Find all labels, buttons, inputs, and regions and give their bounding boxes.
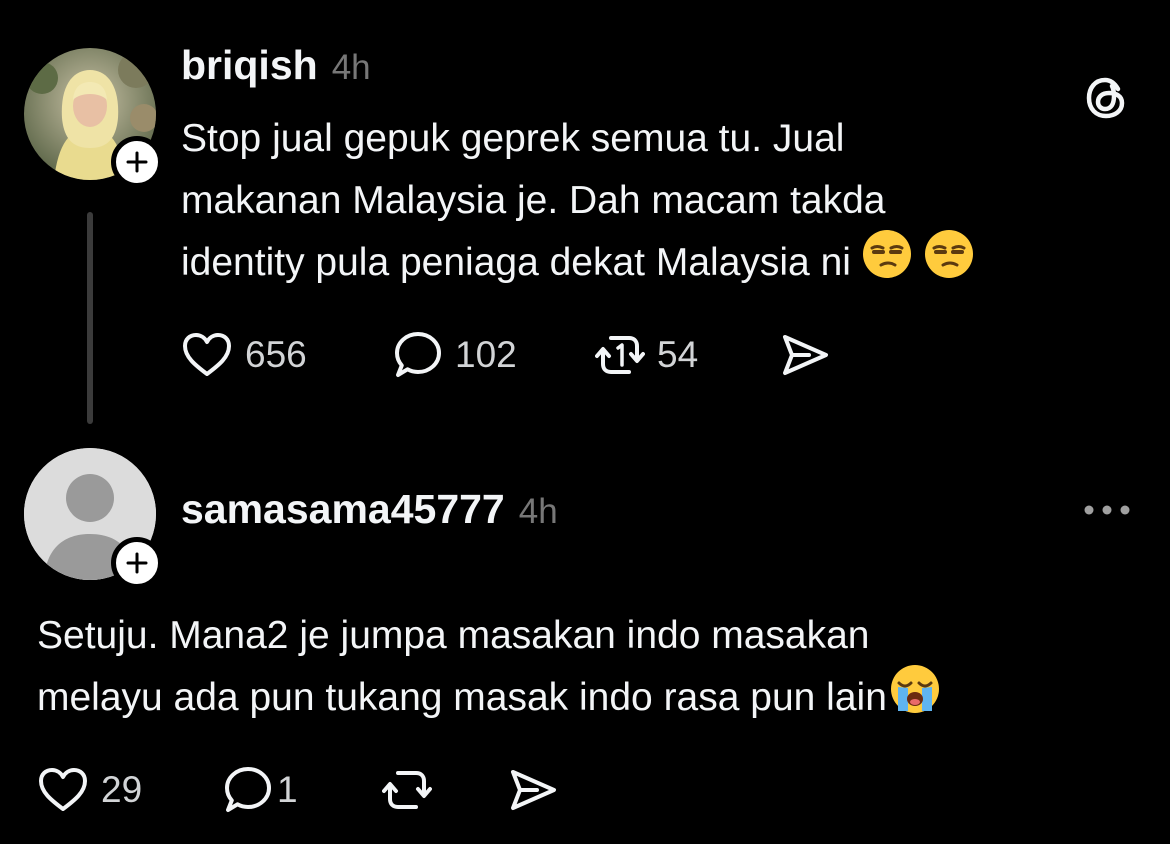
reply-button[interactable]: 102 <box>393 330 517 380</box>
share-icon <box>783 335 828 375</box>
post-text-line: identity pula peniaga dekat Malaysia ni <box>181 241 851 284</box>
threads-logo-icon[interactable] <box>1082 74 1130 127</box>
reply-count: 102 <box>455 334 517 375</box>
reply-text-line-last: melayu ada pun tukang masak indo rasa pu… <box>37 664 941 729</box>
repost-button[interactable] <box>382 765 432 815</box>
reply-text: Setuju. Mana2 je jumpa masakan indo masa… <box>37 605 941 729</box>
repost-icon <box>382 771 432 809</box>
thread-connector-line <box>87 212 93 424</box>
post-text: Stop jual gepuk geprek semua tu. Jual ma… <box>181 108 975 294</box>
share-button[interactable] <box>779 330 831 380</box>
timestamp: 4h <box>518 492 558 531</box>
more-options-icon[interactable] <box>1082 500 1132 525</box>
username[interactable]: samasama45777 <box>181 486 505 533</box>
post-action-bar: 656 102 54 <box>181 330 881 380</box>
post-text-line: makanan Malaysia je. Dah macam takda <box>181 179 886 222</box>
post-text-line-last: identity pula peniaga dekat Malaysia ni <box>181 229 975 294</box>
reply-text-line: Setuju. Mana2 je jumpa masakan indo masa… <box>37 614 870 657</box>
heart-icon <box>39 768 87 811</box>
plus-icon <box>126 151 148 173</box>
reply-count: 1 <box>277 769 298 810</box>
like-count: 29 <box>101 769 143 810</box>
comment-icon <box>395 332 441 377</box>
unamused-face-emoji <box>861 228 913 299</box>
share-icon <box>511 770 556 810</box>
repost-button[interactable]: 54 <box>595 330 698 380</box>
share-button[interactable] <box>507 765 559 815</box>
heart-icon <box>183 333 231 376</box>
comment-icon <box>225 767 271 812</box>
reply-text-line: melayu ada pun tukang masak indo rasa pu… <box>37 676 887 719</box>
timestamp: 4h <box>331 48 371 87</box>
follow-button[interactable] <box>111 537 163 589</box>
like-button[interactable]: 29 <box>37 765 142 815</box>
plus-icon <box>126 552 148 574</box>
post-header: briqish 4h <box>181 42 371 89</box>
repost-count: 54 <box>657 334 699 375</box>
reply-header: samasama45777 4h <box>181 486 558 533</box>
loudly-crying-face-emoji <box>889 663 941 734</box>
like-count: 656 <box>245 334 307 375</box>
unamused-face-emoji <box>923 228 975 299</box>
post-text-line: Stop jual gepuk geprek semua tu. Jual <box>181 117 845 160</box>
repost-icon <box>595 336 645 374</box>
follow-button[interactable] <box>111 136 163 188</box>
threads-conversation: briqish 4h Stop jual gepuk geprek semua … <box>0 0 1170 844</box>
reply-action-bar: 29 1 <box>37 765 597 815</box>
reply-button[interactable]: 1 <box>223 765 298 815</box>
username[interactable]: briqish <box>181 42 318 89</box>
like-button[interactable]: 656 <box>181 330 307 380</box>
